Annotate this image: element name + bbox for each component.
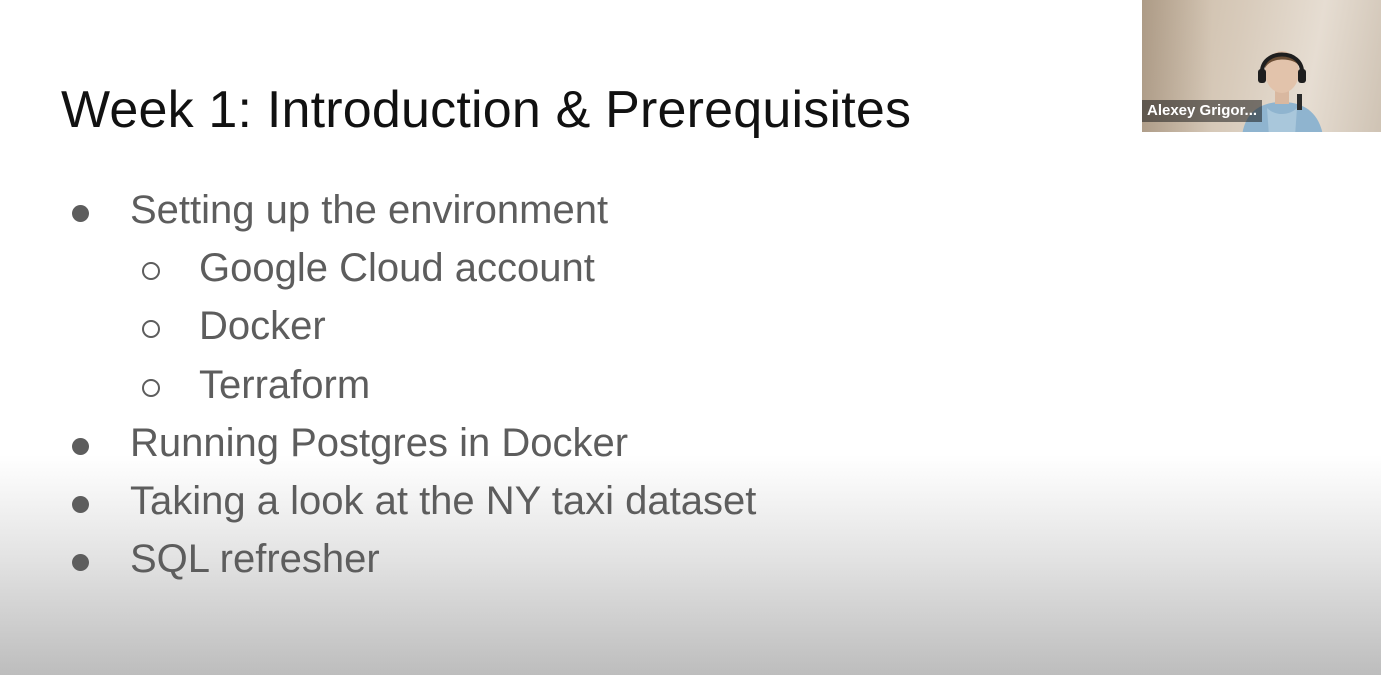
filled-disc-bullet-icon [72,205,89,222]
sub-bullet-item: Docker [0,297,756,355]
filled-disc-bullet-icon [72,495,89,513]
bullet-text: Running Postgres in Docker [130,420,629,465]
sub-bullet-text: Google Cloud account [199,246,595,291]
hollow-circle-bullet-icon [142,320,160,339]
bullet-item: SQL refresher [0,530,756,588]
slide-title: Week 1: Introduction & Prerequisites [61,81,912,139]
bullet-item: Taking a look at the NY taxi dataset [0,472,756,530]
filled-disc-bullet-icon [72,554,89,572]
participant-name-label: Alexey Grigor... [1142,100,1263,122]
bullet-list: Setting up the environment Google Cloud … [0,181,756,588]
filled-disc-bullet-icon [72,437,89,455]
bullet-item: Running Postgres in Docker [0,414,756,472]
sub-bullet-item: Google Cloud account [0,239,756,297]
bullet-text: Taking a look at the NY taxi dataset [130,478,757,523]
hollow-circle-bullet-icon [142,378,160,397]
bullet-item: Setting up the environment [0,181,756,239]
hollow-circle-bullet-icon [142,262,160,281]
sub-bullet-text: Terraform [199,362,371,407]
sub-bullet-text: Docker [199,304,326,349]
bullet-text: SQL refresher [130,537,380,582]
bullet-text: Setting up the environment [130,188,609,232]
participant-video-tile[interactable]: Alexey Grigor... [1142,0,1381,132]
sub-bullet-item: Terraform [0,356,756,414]
